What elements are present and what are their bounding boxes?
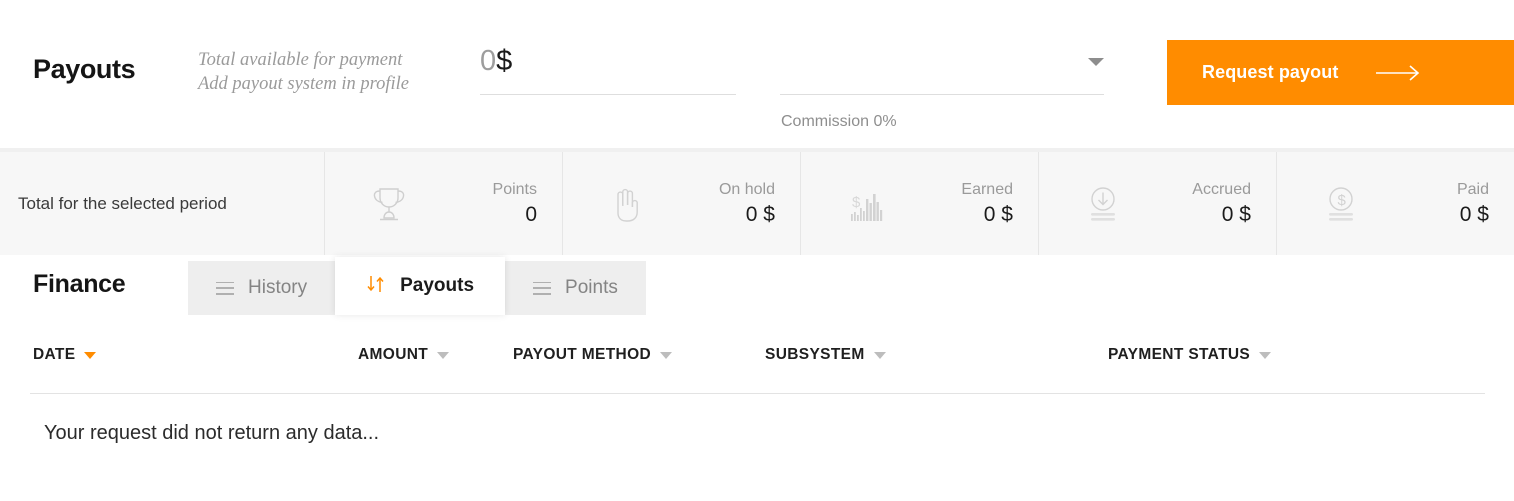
- commission-note: Commission 0%: [781, 113, 897, 130]
- empty-state-message: Your request did not return any data...: [44, 422, 380, 444]
- subtitle-line-2: Add payout system in profile: [198, 74, 410, 94]
- sort-caret-icon[interactable]: [660, 351, 673, 359]
- stat-label: Accrued: [1192, 180, 1251, 198]
- tab-history[interactable]: History: [188, 261, 336, 315]
- column-label: PAYMENT STATUS: [1108, 346, 1251, 363]
- stat-label: On hold: [718, 180, 775, 198]
- list-icon: [533, 281, 552, 295]
- column-label: SUBSYSTEM: [765, 346, 865, 363]
- payouts-table-header: DATE AMOUNT PAYOUT METHOD SUBSYSTEM PAYM…: [0, 346, 1514, 386]
- stats-total-label: Total for the selected period: [18, 194, 227, 213]
- coin-dollar-icon: $: [1317, 180, 1365, 228]
- payout-amount-currency: $: [496, 45, 513, 77]
- column-label: AMOUNT: [358, 346, 429, 363]
- tab-payouts[interactable]: Payouts: [335, 257, 506, 315]
- sort-caret-icon[interactable]: [1259, 351, 1272, 359]
- request-payout-label: Request payout: [1202, 62, 1339, 82]
- stat-cell-points: Points 0: [324, 152, 562, 255]
- stat-value: 0 $: [1221, 202, 1251, 226]
- svg-text:$: $: [1338, 192, 1347, 209]
- payout-method-select[interactable]: [780, 44, 1104, 95]
- chevron-down-icon: [1088, 58, 1104, 66]
- stat-cell-earned: $ Earned 0 $: [800, 152, 1038, 255]
- request-payout-button[interactable]: Request payout: [1167, 40, 1514, 105]
- column-header-amount[interactable]: AMOUNT: [358, 346, 450, 364]
- hand-icon: [603, 180, 651, 228]
- bar-chart-dollar-icon: $: [841, 180, 889, 228]
- stat-cell-on-hold: On hold 0 $: [562, 152, 800, 255]
- column-header-date[interactable]: DATE: [33, 346, 97, 364]
- stat-value: 0 $: [745, 202, 775, 226]
- finance-tabs: History Payouts Points: [188, 257, 646, 315]
- stat-label: Points: [492, 180, 537, 198]
- payout-amount-value: 0: [480, 45, 497, 77]
- sort-caret-icon[interactable]: [873, 351, 886, 359]
- stat-value: 0 $: [1459, 202, 1489, 226]
- column-header-payment-status[interactable]: PAYMENT STATUS: [1108, 346, 1272, 364]
- stat-value: 0: [525, 202, 537, 226]
- arrow-right-icon: [1376, 64, 1422, 81]
- finance-title: Finance: [33, 270, 126, 298]
- tab-label: Points: [565, 277, 618, 298]
- sort-caret-icon[interactable]: [84, 351, 97, 359]
- trophy-icon: [365, 180, 413, 228]
- column-label: PAYOUT METHOD: [513, 346, 652, 363]
- payout-header-subtitle: Total available for payment Add payout s…: [198, 48, 409, 96]
- stat-cell-paid: $ Paid 0 $: [1276, 152, 1514, 255]
- sort-arrows-icon: [366, 275, 386, 298]
- column-label: DATE: [33, 346, 76, 363]
- page-title: Payouts: [33, 54, 136, 84]
- tab-label: Payouts: [400, 275, 475, 296]
- payout-amount-input[interactable]: 0$: [480, 44, 736, 95]
- stat-label: Earned: [961, 180, 1013, 198]
- stats-total-label-cell: Total for the selected period: [0, 152, 324, 255]
- sort-caret-icon[interactable]: [437, 351, 450, 359]
- column-header-payout-method[interactable]: PAYOUT METHOD: [513, 346, 673, 364]
- subtitle-line-1: Total available for payment: [198, 50, 403, 70]
- stat-value: 0 $: [983, 202, 1013, 226]
- empty-state-row: Your request did not return any data...: [30, 393, 1485, 445]
- payout-header: Payouts Total available for payment Add …: [0, 0, 1514, 148]
- list-icon: [216, 281, 234, 295]
- tab-label: History: [248, 277, 308, 298]
- stat-cell-accrued: Accrued 0 $: [1038, 152, 1276, 255]
- column-header-subsystem[interactable]: SUBSYSTEM: [765, 346, 886, 364]
- tab-points[interactable]: Points: [505, 261, 646, 315]
- stats-bar: Total for the selected period Points 0 O…: [0, 152, 1514, 256]
- coin-download-icon: [1079, 180, 1127, 228]
- stat-label: Paid: [1456, 180, 1489, 198]
- finance-section: Finance History Payouts Points DATE AMOU…: [0, 256, 1514, 501]
- svg-text:$: $: [852, 194, 861, 211]
